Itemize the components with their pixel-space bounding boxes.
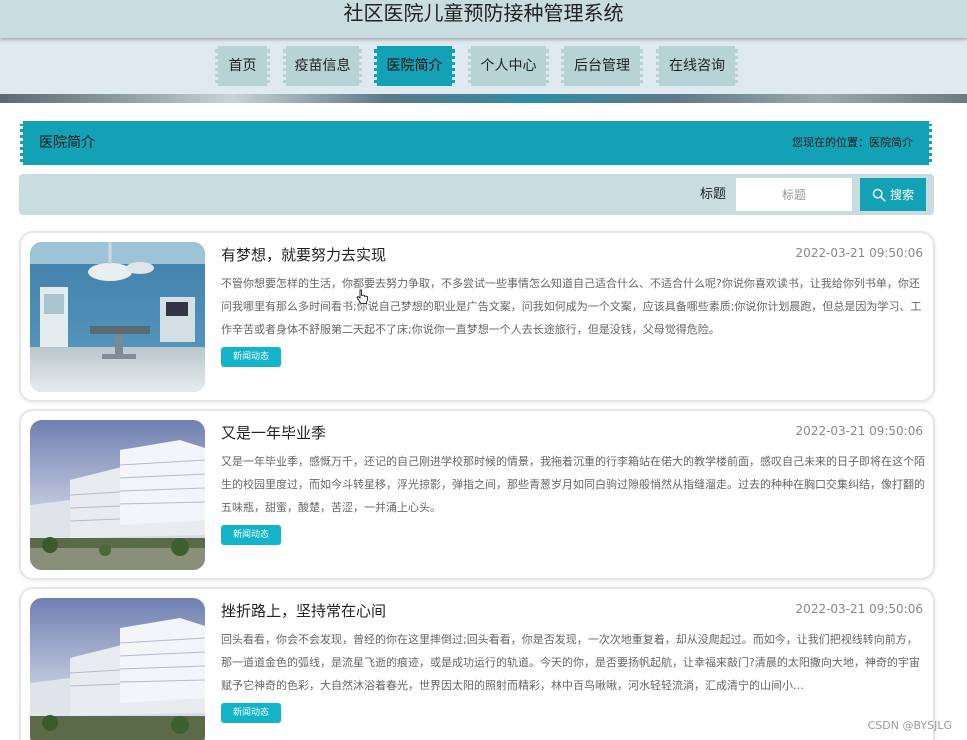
- article-card[interactable]: 挫折路上，坚持常在心间 2022-03-21 09:50:06 回头看看，你会不…: [19, 587, 935, 740]
- nav-item-personal-center[interactable]: 个人中心: [468, 46, 549, 86]
- article-date: 2022-03-21 09:50:06: [795, 424, 923, 438]
- article-title[interactable]: 有梦想，就要努力去实现: [221, 244, 386, 265]
- hand-cursor-icon: [356, 289, 368, 304]
- article-summary: 又是一年毕业季，感慨万千，还记的自己刚进学校那时候的情景，我拖着沉重的行李箱站在…: [221, 455, 925, 514]
- article-date: 2022-03-21 09:50:06: [795, 602, 923, 616]
- article-image-hospital-building[interactable]: [30, 420, 205, 570]
- nav-item-online-consult[interactable]: 在线咨询: [656, 46, 738, 86]
- banner-image-strip: [0, 94, 967, 103]
- search-input[interactable]: [736, 178, 852, 211]
- search-button-label: 搜索: [889, 188, 914, 202]
- article-title[interactable]: 挫折路上，坚持常在心间: [221, 600, 386, 621]
- article-card[interactable]: 又是一年毕业季 2022-03-21 09:50:06 又是一年毕业季，感慨万千…: [19, 409, 935, 580]
- article-image-operating-room[interactable]: [30, 242, 205, 392]
- search-button[interactable]: 搜索: [860, 178, 926, 211]
- search-bar: 标题 搜索: [19, 174, 934, 215]
- article-tag[interactable]: 新闻动态: [221, 525, 281, 545]
- nav-item-hospital-intro[interactable]: 医院简介: [374, 46, 455, 86]
- nav-item-home[interactable]: 首页: [215, 46, 270, 86]
- nav-item-vaccine-info[interactable]: 疫苗信息: [283, 46, 362, 86]
- article-image-hospital-building[interactable]: [30, 598, 205, 740]
- section-title: 医院简介: [39, 135, 95, 151]
- watermark: CSDN @BYSJLG: [867, 719, 952, 732]
- article-card[interactable]: 有梦想，就要努力去实现 2022-03-21 09:50:06 不管你想要怎样的…: [19, 231, 935, 402]
- breadcrumb: 您现在的位置：医院简介: [792, 136, 913, 149]
- article-tag[interactable]: 新闻动态: [221, 703, 281, 723]
- article-tag[interactable]: 新闻动态: [221, 347, 281, 367]
- nav-item-admin[interactable]: 后台管理: [561, 46, 643, 86]
- search-icon: [872, 188, 886, 201]
- article-date: 2022-03-21 09:50:06: [795, 246, 923, 260]
- site-title: 社区医院儿童预防接种管理系统: [343, 1, 624, 25]
- section-header: 医院简介 您现在的位置：医院简介: [20, 121, 932, 165]
- top-header-bar: 社区医院儿童预防接种管理系统: [0, 0, 967, 38]
- article-title[interactable]: 又是一年毕业季: [221, 422, 326, 443]
- article-summary: 不管你想要怎样的生活，你都要去努力争取，不多尝试一些事情怎么知道自己适合什么、不…: [221, 277, 922, 336]
- main-nav: 首页 疫苗信息 医院简介 个人中心 后台管理 在线咨询: [0, 38, 967, 94]
- search-label: 标题: [700, 187, 727, 202]
- article-summary: 回头看看，你会不会发现，曾经的你在这里摔倒过;回头看看，你是否发现，一次次地重复…: [221, 633, 920, 692]
